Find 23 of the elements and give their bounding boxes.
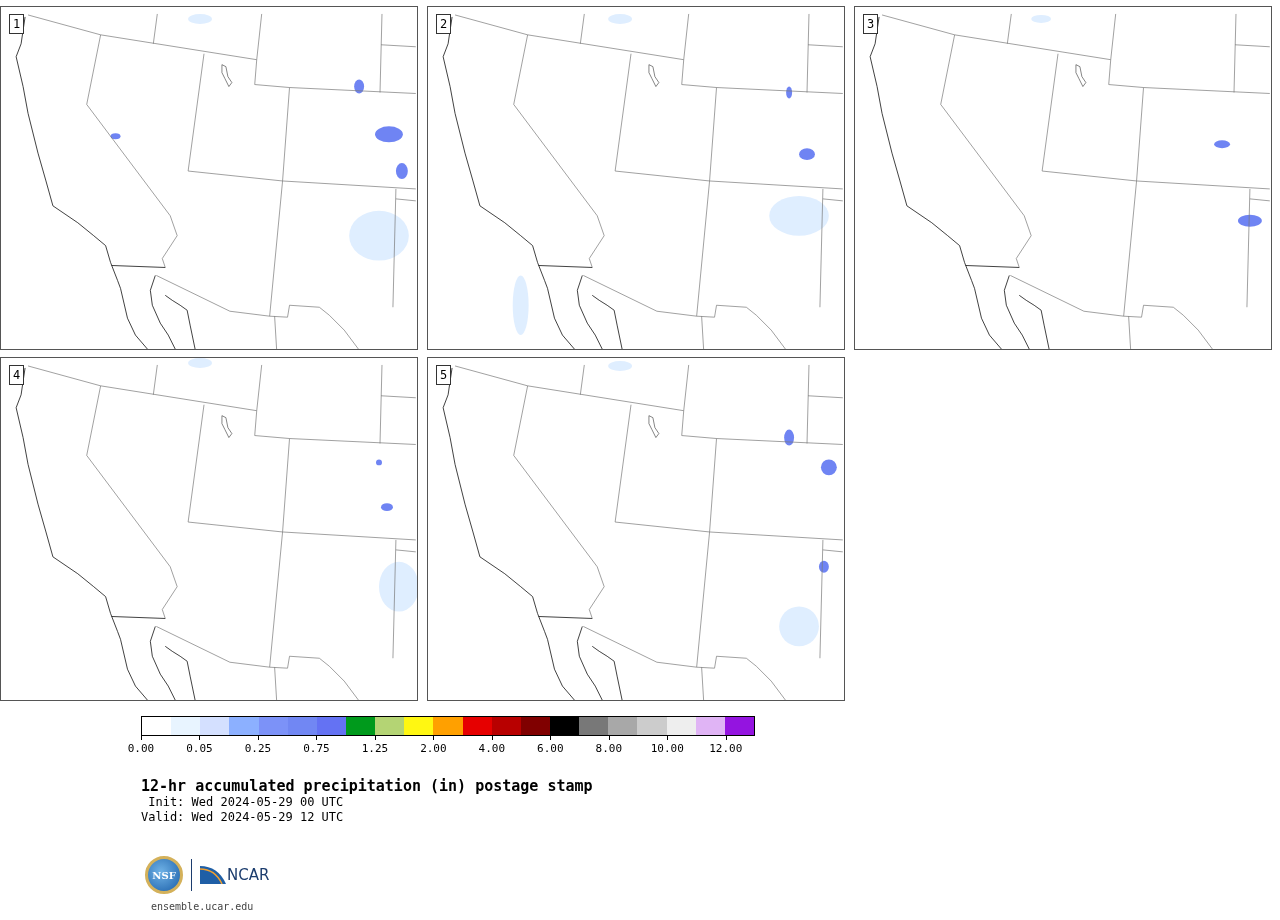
scale-label: 1.25	[361, 742, 389, 755]
panel-number: 4	[9, 365, 25, 385]
scale-label: 12.00	[709, 742, 743, 755]
site-url: ensemble.ucar.edu	[151, 901, 255, 912]
valid-time: Valid: Wed 2024-05-29 12 UTC	[141, 810, 345, 825]
panel-number: 2	[436, 14, 452, 34]
panel-number: 3	[863, 14, 879, 34]
scale-label: 6.00	[537, 742, 564, 755]
scale-label: 0.05	[186, 742, 213, 755]
swoosh-icon	[200, 866, 226, 884]
scale-label: 0.25	[244, 742, 272, 755]
panel-number: 1	[9, 14, 25, 34]
scale-label: 4.00	[478, 742, 506, 755]
scale-label: 0.75	[303, 742, 330, 755]
nsf-seal-logo: NSF	[145, 856, 183, 894]
init-time: Init: Wed 2024-05-29 00 UTC	[147, 795, 345, 810]
scale-label: 10.00	[650, 742, 684, 755]
panel-number: 5	[436, 365, 452, 385]
ncar-text: NCAR	[227, 866, 270, 884]
scale-label: 0.00	[127, 742, 155, 755]
scale-label: 8.00	[595, 742, 623, 755]
chart-title: 12-hr accumulated precipitation (in) postage stamp	[141, 778, 594, 795]
scale-label: 2.00	[420, 742, 447, 755]
